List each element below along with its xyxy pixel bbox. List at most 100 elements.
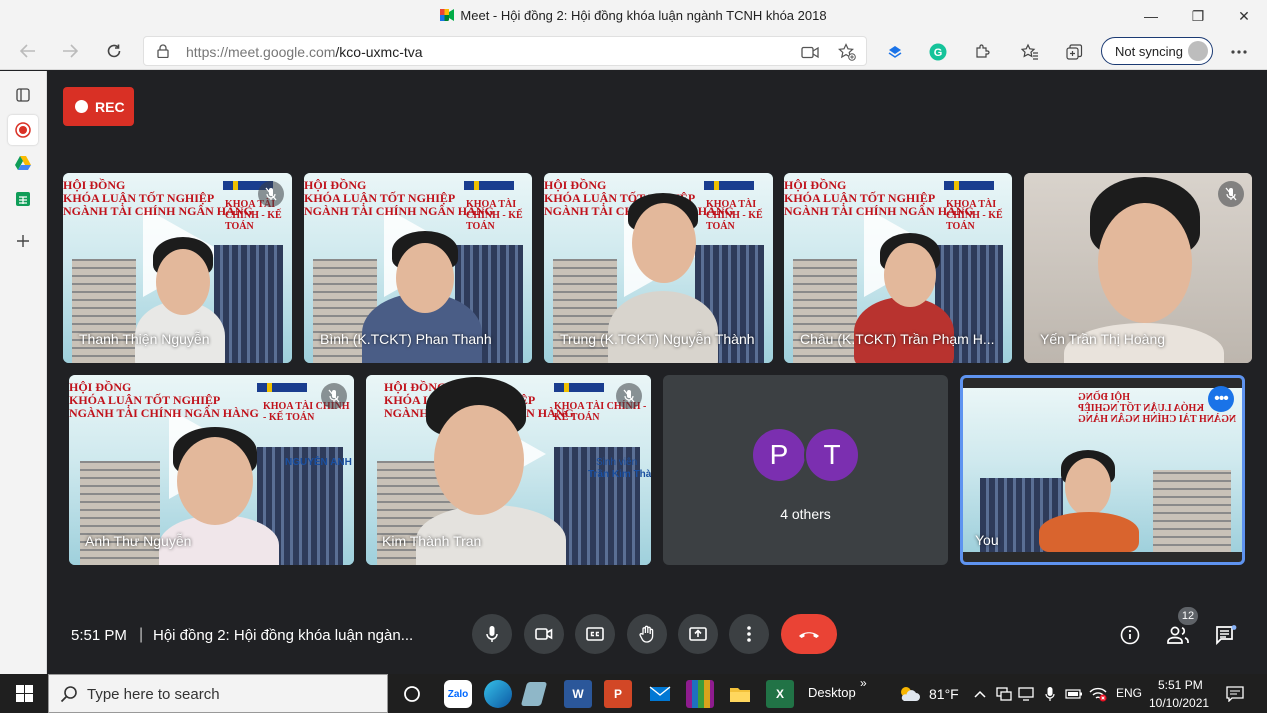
clock-time[interactable]: 5:51 PM	[1158, 678, 1203, 692]
notifications-icon[interactable]	[1221, 680, 1249, 708]
camera-button[interactable]	[524, 614, 564, 654]
university-logo	[257, 383, 307, 392]
search-icon	[60, 686, 77, 703]
edge-browser-icon[interactable]	[484, 680, 512, 708]
word-icon[interactable]: W	[564, 680, 592, 708]
meeting-time: 5:51 PM	[71, 627, 127, 644]
meeting-title: Hội đồng 2: Hội đồng khóa luận ngàn...	[153, 627, 414, 644]
title-bar: Meet - Hội đồng 2: Hội đồng khóa luận ng…	[0, 0, 1267, 32]
windows-logo-icon	[15, 685, 33, 702]
browser-toolbar: https://meet.google.com/kco-uxmc-tva G N…	[0, 32, 1267, 70]
favorites-icon[interactable]	[1020, 42, 1040, 62]
winrar-icon[interactable]	[686, 680, 714, 708]
task-view-icon[interactable]	[398, 680, 426, 708]
start-button[interactable]	[0, 674, 48, 713]
toolbar-expand[interactable]: »	[860, 676, 867, 690]
more-vertical-icon	[747, 626, 751, 642]
arrow-right-icon	[63, 44, 78, 58]
add-favorite-icon[interactable]	[837, 42, 857, 62]
clock-date[interactable]: 10/10/2021	[1149, 696, 1209, 710]
extension-blue-icon[interactable]	[885, 42, 905, 62]
weather-icon[interactable]	[895, 680, 923, 708]
google-sheets-icon[interactable]	[11, 187, 35, 211]
meet-control-bar: 5:51 PM | Hội đồng 2: Hội đồng khóa luận…	[48, 604, 1267, 674]
address-bar[interactable]: https://meet.google.com/kco-uxmc-tva	[143, 36, 867, 66]
university-logo	[554, 383, 604, 392]
camera-icon	[535, 628, 553, 640]
browser-sidebar	[0, 71, 47, 674]
zalo-icon[interactable]: Zalo	[444, 680, 472, 708]
participant-tile[interactable]: HỘI ĐỒNGKHÓA LUẬN TỐT NGHIỆPNGÀNH TÀI CH…	[366, 375, 651, 565]
mail-icon[interactable]	[646, 680, 674, 708]
more-options-icon[interactable]: •••	[1208, 386, 1234, 412]
google-drive-icon[interactable]	[11, 151, 35, 175]
close-button[interactable]: ✕	[1221, 0, 1267, 32]
weather-temperature[interactable]: 81°F	[929, 686, 959, 702]
raise-hand-button[interactable]	[627, 614, 667, 654]
participant-tile[interactable]: HỘI ĐỒNGKHÓA LUẬN TỐT NGHIỆPNGÀNH TÀI CH…	[544, 173, 773, 363]
rec-button[interactable]: REC	[63, 87, 134, 126]
participant-tile[interactable]: HỘI ĐỒNGKHÓA LUẬN TỐT NGHIỆPNGÀNH TÀI CH…	[69, 375, 354, 565]
more-options-button[interactable]	[729, 614, 769, 654]
participant-tile[interactable]: HỘI ĐỒNGKHÓA LUẬN TỐT NGHIỆPNGÀNH TÀI CH…	[784, 173, 1012, 363]
lock-icon	[157, 44, 169, 58]
taskbar-search[interactable]: Type here to search	[48, 674, 388, 713]
others-tile[interactable]: P T 4 others	[663, 375, 948, 565]
people-button[interactable]	[1164, 621, 1192, 649]
excel-icon[interactable]: X	[766, 680, 794, 708]
forward-button[interactable]	[56, 38, 84, 64]
mic-off-icon	[1218, 181, 1244, 207]
back-button[interactable]	[14, 38, 42, 64]
participant-tile[interactable]: Yến Trần Thị Hoàng	[1024, 173, 1252, 363]
present-screen-button[interactable]	[678, 614, 718, 654]
chat-button[interactable]	[1212, 621, 1240, 649]
participant-tile[interactable]: HỘI ĐỒNGKHÓA LUẬN TỐT NGHIỆPNGÀNH TÀI CH…	[304, 173, 532, 363]
record-dot-icon	[75, 100, 88, 113]
self-tile[interactable]: HỘI ĐỒNG KHÓA LUẬN TỐT NGHIỆP NGÀNH TÀI CH…	[960, 375, 1245, 565]
captions-icon	[586, 627, 604, 641]
file-explorer-icon[interactable]	[726, 680, 754, 708]
participant-tile[interactable]: HỘI ĐỒNGKHÓA LUẬN TỐT NGHIỆPNGÀNH TÀI CH…	[63, 173, 292, 363]
slide-dept: KHOA TÀI CHÍNH - KẾ TOÁN	[225, 199, 282, 232]
add-icon[interactable]	[11, 229, 35, 253]
search-placeholder: Type here to search	[87, 686, 220, 703]
university-logo	[944, 181, 994, 190]
url-text: https://meet.google.com/kco-uxmc-tva	[186, 44, 423, 60]
microphone-button[interactable]	[472, 614, 512, 654]
mic-off-icon	[258, 181, 284, 207]
mic-off-icon	[321, 383, 347, 409]
arrow-left-icon	[20, 44, 35, 58]
captions-button[interactable]	[575, 614, 615, 654]
settings-more-icon[interactable]	[1229, 42, 1249, 62]
meeting-details-button[interactable]	[1116, 621, 1144, 649]
grammarly-icon[interactable]: G	[928, 42, 948, 62]
others-label: 4 others	[780, 506, 831, 522]
app-icon[interactable]	[520, 682, 548, 706]
powerpoint-icon[interactable]: P	[604, 680, 632, 708]
info-icon	[1120, 625, 1140, 645]
desktop-toolbar-label[interactable]: Desktop	[808, 685, 856, 700]
refresh-button[interactable]	[100, 38, 128, 64]
wifi-disconnected-icon[interactable]	[1084, 680, 1112, 708]
slide-student-name: NGUYỄN ANH THƯ	[285, 457, 354, 468]
profile-avatar	[1188, 41, 1208, 61]
input-language[interactable]: ENG	[1116, 686, 1142, 700]
leave-call-button[interactable]	[781, 614, 837, 654]
slide-dept: KHOA TÀI CHÍNH - KẾ TOÁN	[466, 199, 523, 232]
rec-label: REC	[95, 99, 125, 115]
camera-permission-icon[interactable]	[800, 42, 820, 62]
avatar: P	[751, 427, 807, 483]
minimize-button[interactable]: —	[1128, 0, 1174, 32]
svg-text:G: G	[934, 47, 943, 59]
collections-icon[interactable]	[1064, 42, 1084, 62]
participant-name: Kim Thành Tran	[382, 533, 482, 549]
meet-stage: REC HỘI ĐỒNG KHÓA LUẬN TỐT NGHIỆP NGÀNH TÀ…	[48, 71, 1267, 674]
profile-sync-button[interactable]: Not syncing	[1101, 37, 1213, 65]
slide-student-label: Sinh viên	[596, 457, 638, 468]
refresh-icon	[107, 44, 121, 58]
tab-actions-icon[interactable]	[11, 83, 35, 107]
record-extension-icon[interactable]	[8, 115, 38, 145]
extensions-icon[interactable]	[972, 42, 992, 62]
participant-name: Trung (K.TCKT) Nguyễn Thành	[560, 331, 755, 347]
maximize-button[interactable]: ❐	[1175, 0, 1221, 32]
